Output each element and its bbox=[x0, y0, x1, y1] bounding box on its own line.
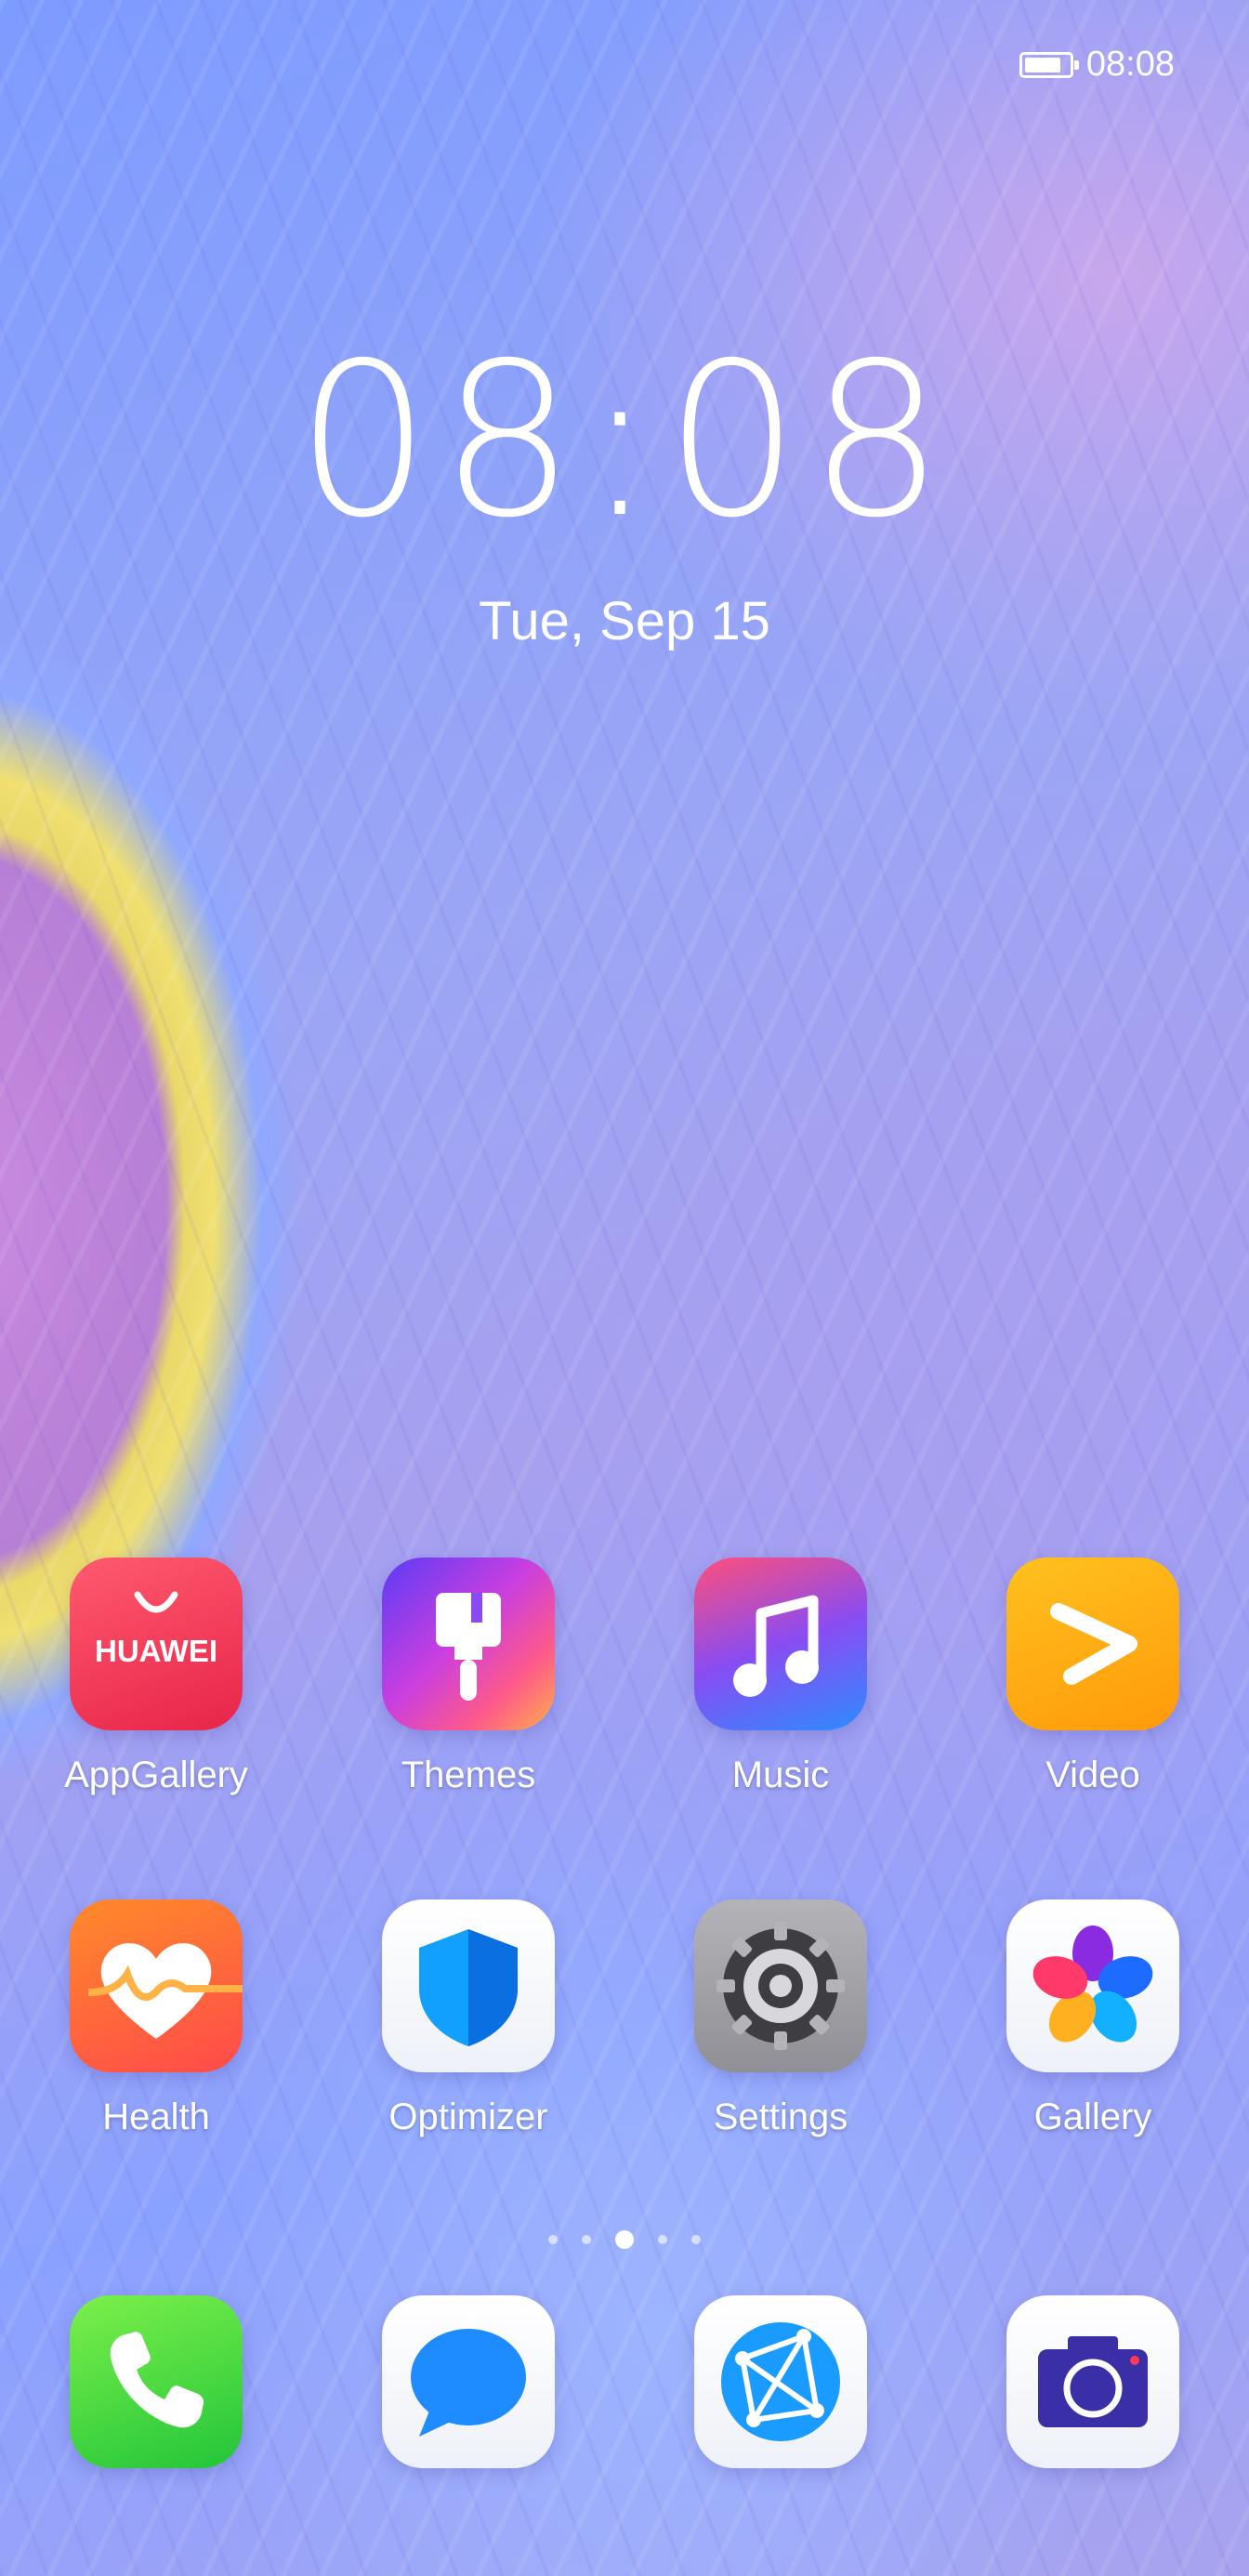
app-label: Themes bbox=[401, 1755, 536, 1795]
page-dot-active[interactable] bbox=[615, 2230, 634, 2249]
shield-icon[interactable] bbox=[382, 1899, 555, 2072]
battery-icon bbox=[1019, 51, 1079, 78]
page-indicator[interactable] bbox=[0, 2230, 1249, 2249]
date-label[interactable]: Tue, Sep 15 bbox=[0, 590, 1249, 652]
dock-phone[interactable] bbox=[0, 2295, 312, 2468]
page-dot[interactable] bbox=[582, 2235, 591, 2244]
app-label: Video bbox=[1045, 1755, 1140, 1795]
app-label: Settings bbox=[713, 2096, 848, 2137]
gallery-flower-icon[interactable] bbox=[1006, 1899, 1179, 2072]
app-row-2: Health Optimizer Settings Gallery bbox=[0, 1899, 1249, 2138]
appgallery-icon[interactable]: HUAWEI bbox=[70, 1557, 243, 1730]
music-note-icon[interactable] bbox=[694, 1557, 867, 1730]
dock bbox=[0, 2295, 1249, 2468]
app-label: Optimizer bbox=[388, 2096, 548, 2137]
status-time: 08:08 bbox=[1085, 45, 1175, 84]
browser-globe-icon[interactable] bbox=[694, 2295, 867, 2468]
dock-camera[interactable] bbox=[937, 2295, 1249, 2468]
app-music[interactable]: Music bbox=[624, 1557, 937, 1796]
dock-messaging[interactable] bbox=[312, 2295, 624, 2468]
home-screen[interactable]: 08:08 08:08 Tue, Sep 15 HUAWEI AppGaller… bbox=[0, 0, 1249, 2576]
message-bubble-icon[interactable] bbox=[382, 2295, 555, 2468]
app-optimizer[interactable]: Optimizer bbox=[312, 1899, 624, 2138]
page-dot[interactable] bbox=[658, 2235, 667, 2244]
app-label: Health bbox=[102, 2096, 210, 2137]
app-label: AppGallery bbox=[64, 1755, 248, 1795]
appgallery-icon-text: HUAWEI bbox=[95, 1634, 217, 1668]
page-dot[interactable] bbox=[548, 2235, 558, 2244]
app-appgallery[interactable]: HUAWEI AppGallery bbox=[0, 1557, 312, 1796]
phone-icon[interactable] bbox=[70, 2295, 243, 2468]
app-gallery[interactable]: Gallery bbox=[937, 1899, 1249, 2138]
page-dot[interactable] bbox=[691, 2235, 701, 2244]
status-bar: 08:08 bbox=[1019, 45, 1175, 85]
app-settings[interactable]: Settings bbox=[624, 1899, 937, 2138]
app-label: Music bbox=[731, 1755, 830, 1795]
gear-icon[interactable] bbox=[694, 1899, 867, 2072]
app-label: Gallery bbox=[1033, 2096, 1152, 2137]
themes-brush-icon[interactable] bbox=[382, 1557, 555, 1730]
app-row-1: HUAWEI AppGallery Themes Music Video bbox=[0, 1557, 1249, 1796]
dock-browser[interactable] bbox=[624, 2295, 937, 2468]
battery-level-fill bbox=[1024, 57, 1061, 72]
camera-icon[interactable] bbox=[1006, 2295, 1179, 2468]
app-video[interactable]: Video bbox=[937, 1557, 1249, 1796]
video-play-icon[interactable] bbox=[1006, 1557, 1179, 1730]
app-themes[interactable]: Themes bbox=[312, 1557, 624, 1796]
app-health[interactable]: Health bbox=[0, 1899, 312, 2138]
health-heart-icon[interactable] bbox=[70, 1899, 243, 2072]
clock-widget[interactable]: 08:08 bbox=[0, 335, 1249, 546]
